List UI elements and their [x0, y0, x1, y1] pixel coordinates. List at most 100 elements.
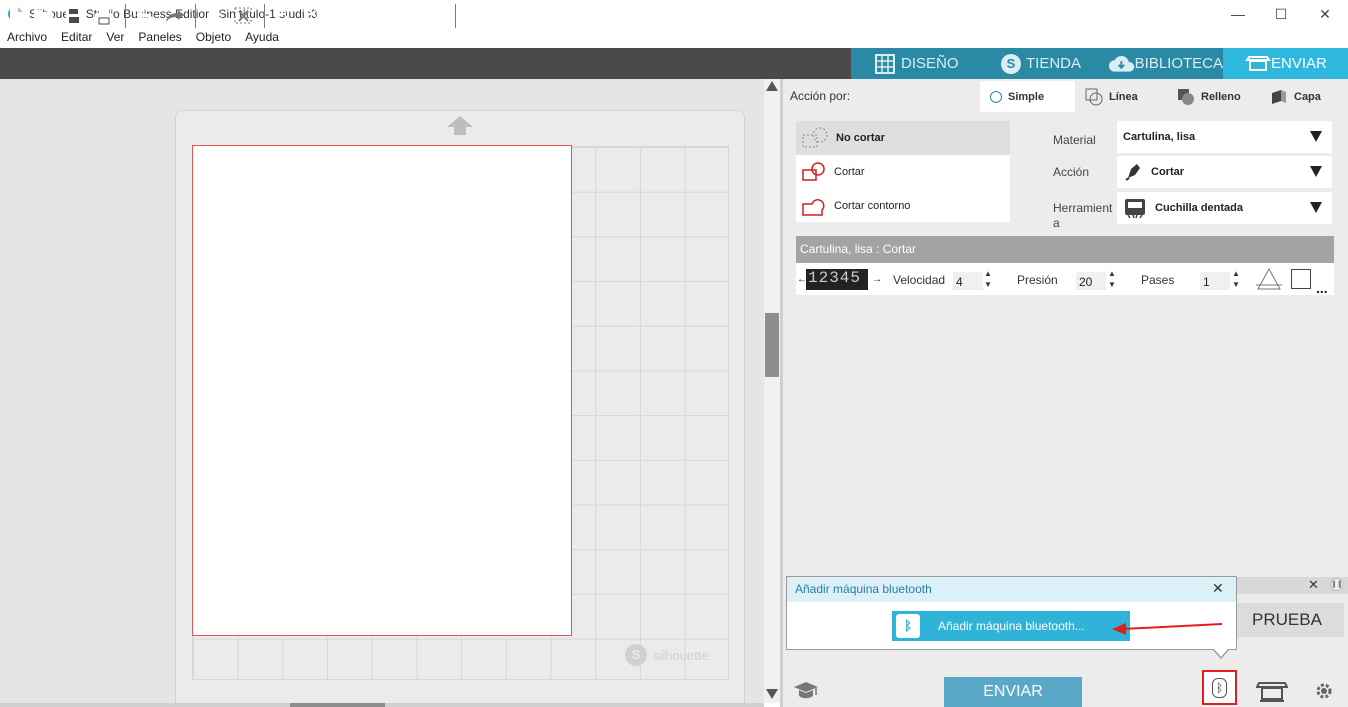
- scroll-up-icon[interactable]: [766, 81, 778, 91]
- silhouette-s-icon: S: [1001, 53, 1021, 74]
- presion-label: Presión: [1017, 273, 1058, 287]
- cutter-icon: [1245, 55, 1271, 71]
- velocidad-stepper[interactable]: ▲ ▼: [984, 268, 992, 290]
- blade-depth-selector[interactable]: 12345: [806, 269, 868, 290]
- tab-tienda[interactable]: S TIENDA: [1001, 48, 1108, 79]
- bluetooth-button[interactable]: ᛒ: [1202, 670, 1237, 705]
- add-bluetooth-machine-button[interactable]: ᛒ Añadir máquina bluetooth...: [892, 611, 1130, 641]
- drag-down-icon[interactable]: [362, 4, 386, 28]
- tab-biblioteca-label: BIBLIOTECA: [1134, 55, 1223, 72]
- option-cortar-label: Cortar: [834, 166, 865, 178]
- zoom-selection-icon[interactable]: [332, 4, 356, 28]
- pases-input[interactable]: 1: [1200, 272, 1230, 290]
- settings-gear-icon[interactable]: [1314, 681, 1334, 704]
- feed-direction-arrow-icon: [447, 116, 473, 127]
- popup-pointer-inner: [1213, 648, 1229, 657]
- tab-simple[interactable]: Simple: [980, 81, 1075, 112]
- option-cortar-contorno-label: Cortar contorno: [834, 200, 911, 212]
- chevron-down-icon: [1310, 166, 1322, 177]
- bluetooth-icon: ᛒ: [896, 614, 920, 638]
- tab-enviar-label: ENVIAR: [1271, 55, 1327, 72]
- action-by-label: Acción por:: [790, 89, 851, 103]
- open-folder-icon[interactable]: [32, 4, 56, 28]
- menu-editar[interactable]: Editar: [54, 28, 99, 48]
- option-cortar-contorno[interactable]: Cortar contorno: [796, 189, 1010, 223]
- line-segment-overcut-icon[interactable]: [1256, 267, 1282, 294]
- tab-linea[interactable]: Línea: [1075, 81, 1167, 112]
- group-select-icon[interactable]: [202, 4, 226, 28]
- menu-ayuda[interactable]: Ayuda: [238, 28, 286, 48]
- toolbar-divider: [195, 4, 196, 28]
- close-popup-button[interactable]: ✕: [1212, 580, 1224, 597]
- scroll-down-icon[interactable]: [766, 689, 778, 699]
- hand-pan-icon[interactable]: [392, 4, 416, 28]
- new-file-icon[interactable]: [4, 4, 28, 28]
- velocidad-label: Velocidad: [893, 273, 946, 287]
- fit-page-icon[interactable]: [422, 4, 446, 28]
- undo-icon[interactable]: [133, 4, 157, 28]
- pases-stepper[interactable]: ▲ ▼: [1232, 268, 1240, 290]
- deselect-icon[interactable]: [232, 4, 256, 28]
- more-options-button[interactable]: ...: [1316, 280, 1328, 296]
- presion-stepper[interactable]: ▲ ▼: [1108, 268, 1116, 290]
- test-cut-button[interactable]: PRUEBA: [1230, 603, 1344, 637]
- tab-capa-label: Capa: [1294, 90, 1321, 103]
- close-window-button[interactable]: ✕: [1302, 0, 1348, 28]
- tab-capa[interactable]: Capa: [1260, 81, 1340, 112]
- tab-linea-label: Línea: [1109, 90, 1138, 103]
- accion-dropdown[interactable]: Cortar: [1117, 156, 1332, 188]
- chevron-down-icon: [1310, 202, 1322, 213]
- tab-diseno[interactable]: DISEÑO: [851, 48, 1001, 79]
- material-label: Material: [1053, 133, 1096, 147]
- menu-archivo[interactable]: Archivo: [0, 28, 54, 48]
- machine-cutter-icon[interactable]: [1255, 680, 1289, 707]
- option-cortar[interactable]: Cortar: [796, 155, 1010, 189]
- menu-ver[interactable]: Ver: [99, 28, 131, 48]
- grid-icon: [875, 53, 895, 74]
- fill-shape-icon: [1178, 88, 1194, 105]
- mat-brand-text: silhouette: [653, 647, 709, 663]
- option-no-cortar[interactable]: No cortar: [796, 121, 1010, 155]
- horizontal-scrollbar-thumb[interactable]: [290, 703, 385, 707]
- tab-biblioteca[interactable]: BIBLIOTECA: [1108, 48, 1223, 79]
- tab-relleno-label: Relleno: [1201, 90, 1241, 103]
- cut-contour-icon: [802, 199, 825, 216]
- module-tabs: DISEÑO S TIENDA BIBLIOTECA ENVIAR: [851, 48, 1348, 79]
- layer-icon: [1272, 89, 1286, 104]
- material-dropdown[interactable]: Cartulina, lisa: [1117, 121, 1332, 153]
- vertical-scrollbar-thumb[interactable]: [765, 313, 779, 377]
- tutorial-mortarboard-icon[interactable]: [793, 681, 819, 704]
- tab-relleno[interactable]: Relleno: [1167, 81, 1260, 112]
- save-icon[interactable]: [62, 4, 86, 28]
- mat-brand: S silhouette: [625, 644, 709, 666]
- minimize-button[interactable]: —: [1215, 0, 1261, 28]
- zoom-in-icon[interactable]: [272, 4, 296, 28]
- velocidad-input[interactable]: 4: [953, 272, 983, 290]
- advanced-option-checkbox[interactable]: [1291, 269, 1311, 289]
- tab-enviar[interactable]: ENVIAR: [1223, 48, 1348, 79]
- vertical-scrollbar[interactable]: [764, 79, 780, 703]
- page-area[interactable]: [192, 145, 572, 636]
- settings-summary: Cartulina, lisa : Cortar: [796, 236, 1334, 263]
- action-mode-tabs: Simple Línea Relleno Capa: [980, 81, 1348, 112]
- material-value: Cartulina, lisa: [1123, 131, 1196, 143]
- pause-icon[interactable]: ❚❚: [1330, 578, 1343, 591]
- maximize-button[interactable]: ☐: [1258, 0, 1304, 28]
- presion-input[interactable]: 20: [1076, 272, 1106, 290]
- close-strip-icon[interactable]: ✕: [1308, 577, 1319, 593]
- redo-icon[interactable]: [163, 4, 187, 28]
- triangles-pattern-icon[interactable]: [462, 4, 486, 28]
- add-bluetooth-machine-label: Añadir máquina bluetooth...: [938, 619, 1085, 633]
- cut-options-list: No cortar Cortar Cortar contorno: [796, 121, 1010, 222]
- arrow-right-icon[interactable]: →: [872, 274, 882, 285]
- menu-objeto[interactable]: Objeto: [189, 28, 238, 48]
- blade-icon: [1125, 164, 1140, 181]
- herramienta-value: Cuchilla dentada: [1155, 202, 1244, 214]
- menu-paneles[interactable]: Paneles: [131, 28, 188, 48]
- send-button[interactable]: ENVIAR: [944, 677, 1082, 707]
- herramienta-dropdown[interactable]: Cuchilla dentada: [1117, 192, 1332, 224]
- menu-bar: Archivo Editar Ver Paneles Objeto Ayuda: [0, 28, 1348, 48]
- print-icon[interactable]: [92, 4, 116, 28]
- tab-simple-label: Simple: [1008, 90, 1045, 103]
- zoom-out-icon[interactable]: [302, 4, 326, 28]
